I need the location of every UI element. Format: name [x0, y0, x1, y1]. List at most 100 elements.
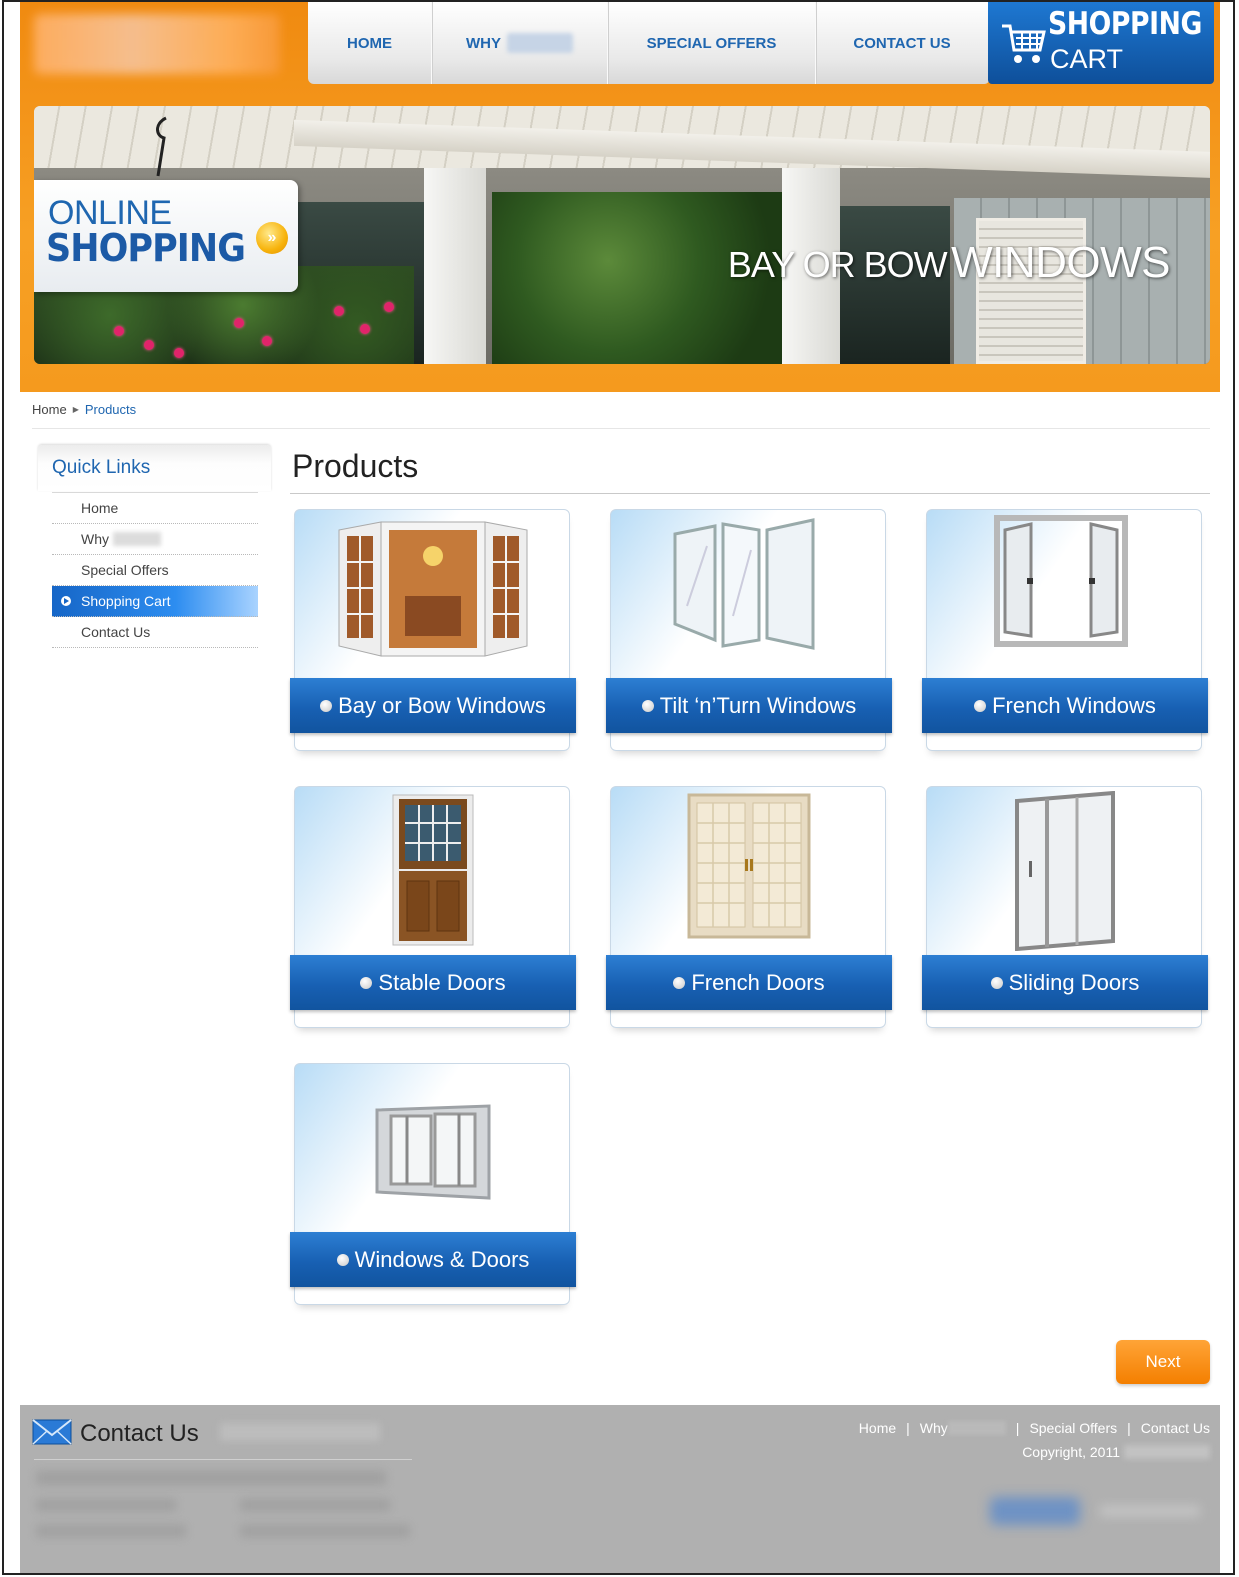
- redacted-text: [240, 1499, 390, 1511]
- double-arrow-right-icon[interactable]: »: [256, 222, 288, 254]
- redacted-text: [36, 1471, 386, 1485]
- bullet-icon: [673, 976, 686, 989]
- product-card[interactable]: Sliding Doors: [922, 786, 1208, 1028]
- product-card[interactable]: French Doors: [606, 786, 892, 1028]
- bullet-icon: [336, 1253, 349, 1266]
- next-button[interactable]: Next: [1116, 1340, 1210, 1384]
- product-card[interactable]: Tilt ‘n’Turn Windows: [606, 509, 892, 751]
- sidebar-item-shopping-cart[interactable]: Shopping Cart: [52, 586, 258, 617]
- nav-home-label: HOME: [347, 34, 392, 52]
- sidebar-list: Home Why Special Offers Shopping Cart Co…: [52, 493, 258, 648]
- product-label-text: Windows & Doors: [354, 1246, 530, 1272]
- hanging-hook-icon: [156, 116, 167, 177]
- product-label-text: Bay or Bow Windows: [338, 692, 546, 718]
- nav-why-label: WHY: [466, 34, 501, 52]
- product-label-text: Sliding Doors: [1008, 969, 1140, 995]
- redacted-text: [1100, 1505, 1200, 1517]
- site-header: HOME WHY SPECIAL OFFERS CONTACT US SHOPP…: [20, 2, 1220, 392]
- redacted-text: [36, 1499, 176, 1511]
- product-card[interactable]: Stable Doors: [290, 786, 576, 1028]
- redacted-text: [507, 33, 573, 53]
- product-label[interactable]: French Doors: [606, 955, 892, 1010]
- french-door-icon: [687, 793, 811, 939]
- bullet-icon: [320, 699, 333, 712]
- nav-special-offers[interactable]: SPECIAL OFFERS: [608, 2, 816, 84]
- quick-links-sidebar: Quick Links Home Why Special Offers Shop…: [38, 445, 271, 655]
- main-nav: HOME WHY SPECIAL OFFERS CONTACT US: [308, 2, 990, 84]
- product-label[interactable]: Tilt ‘n’Turn Windows: [606, 678, 892, 733]
- sliding-door-icon: [1015, 791, 1115, 951]
- sidebar-item-why[interactable]: Why: [52, 524, 258, 555]
- bullet-icon: [974, 699, 987, 712]
- sidebar-item-label: Shopping Cart: [81, 593, 171, 609]
- hero-caption: BAY OR BOW WINDOWS: [727, 238, 1171, 288]
- product-card[interactable]: Bay or Bow Windows: [290, 509, 576, 751]
- redacted-text: [1124, 1445, 1210, 1459]
- page: HOME WHY SPECIAL OFFERS CONTACT US SHOPP…: [2, 0, 1235, 1575]
- product-label-text: French Windows: [992, 692, 1156, 718]
- product-label[interactable]: Bay or Bow Windows: [290, 678, 576, 733]
- sidebar-item-special-offers[interactable]: Special Offers: [52, 555, 258, 586]
- footer-link-contact-us[interactable]: Contact Us: [1141, 1420, 1210, 1436]
- sidebar-title: Quick Links: [52, 457, 151, 478]
- promo-line-2: SHOPPING: [46, 226, 246, 270]
- sidebar-item-contact-us[interactable]: Contact Us: [52, 617, 258, 648]
- footer-link-why[interactable]: Why: [920, 1420, 948, 1436]
- hero-banner: ONLINE SHOPPING » BAY OR BOW WINDOWS: [34, 106, 1210, 364]
- footer-link-special-offers[interactable]: Special Offers: [1029, 1420, 1117, 1436]
- bullet-icon: [360, 976, 373, 989]
- sidebar-item-label: Contact Us: [81, 624, 151, 640]
- nav-contact-us-label: CONTACT US: [853, 34, 951, 52]
- breadcrumb-arrow-icon: ▶: [72, 405, 79, 414]
- site-logo[interactable]: [34, 14, 280, 74]
- redacted-text: [947, 1421, 1006, 1435]
- french-window-icon: [994, 515, 1128, 647]
- product-label[interactable]: Sliding Doors: [922, 955, 1208, 1010]
- shopping-cart-icon: [1002, 24, 1046, 63]
- copyright: Copyright, 2011: [1022, 1444, 1210, 1460]
- site-footer: Contact Us Home | Why | Special Offers | Conta…: [20, 1405, 1220, 1573]
- envelope-icon: [32, 1419, 72, 1445]
- nav-special-offers-label: SPECIAL OFFERS: [646, 34, 777, 52]
- page-title: Products: [292, 448, 419, 484]
- product-card[interactable]: French Windows: [922, 509, 1208, 751]
- breadcrumb-divider: [32, 428, 1210, 429]
- footer-link-home[interactable]: Home: [859, 1420, 896, 1436]
- bay-window-icon: [338, 521, 528, 657]
- cart-title: SHOPPING: [1048, 6, 1202, 42]
- redacted-text: [113, 532, 161, 546]
- stable-door-icon: [392, 794, 474, 946]
- product-label-text: Stable Doors: [378, 969, 506, 995]
- bullet-icon: [990, 976, 1003, 989]
- hero-photo-frame: [424, 168, 486, 364]
- product-label[interactable]: French Windows: [922, 678, 1208, 733]
- breadcrumb-home[interactable]: Home: [32, 402, 67, 417]
- copyright-text: Copyright, 2011: [1022, 1444, 1120, 1460]
- product-label-text: Tilt ‘n’Turn Windows: [659, 692, 857, 718]
- redacted-text: [240, 1525, 410, 1537]
- bullet-icon: [641, 699, 654, 712]
- cart-subtitle: CART: [1050, 44, 1124, 74]
- shopping-cart-button[interactable]: SHOPPING CART: [988, 2, 1214, 84]
- sidebar-item-label: Why: [81, 531, 109, 547]
- online-shopping-promo[interactable]: ONLINE SHOPPING »: [34, 180, 298, 292]
- product-label[interactable]: Windows & Doors: [290, 1232, 576, 1287]
- product-card[interactable]: Windows & Doors: [290, 1063, 576, 1305]
- redacted-text: [36, 1525, 186, 1537]
- sidebar-item-label: Special Offers: [81, 562, 169, 578]
- footer-badge[interactable]: [990, 1497, 1080, 1525]
- breadcrumb-current[interactable]: Products: [85, 402, 136, 417]
- sidebar-item-home[interactable]: Home: [52, 493, 258, 524]
- breadcrumb: Home ▶ Products: [32, 402, 136, 417]
- sidebar-item-label: Home: [81, 500, 119, 516]
- nav-contact-us[interactable]: CONTACT US: [816, 2, 988, 84]
- window-door-icon: [375, 1104, 491, 1200]
- redacted-text: [220, 1423, 380, 1441]
- product-label[interactable]: Stable Doors: [290, 955, 576, 1010]
- title-divider: [290, 493, 1210, 494]
- hero-caption-big: WINDOWS: [951, 238, 1170, 287]
- nav-home[interactable]: HOME: [308, 2, 432, 84]
- nav-why[interactable]: WHY: [432, 2, 608, 84]
- tilt-turn-window-icon: [673, 518, 815, 650]
- hero-caption-small: BAY OR BOW: [727, 244, 948, 285]
